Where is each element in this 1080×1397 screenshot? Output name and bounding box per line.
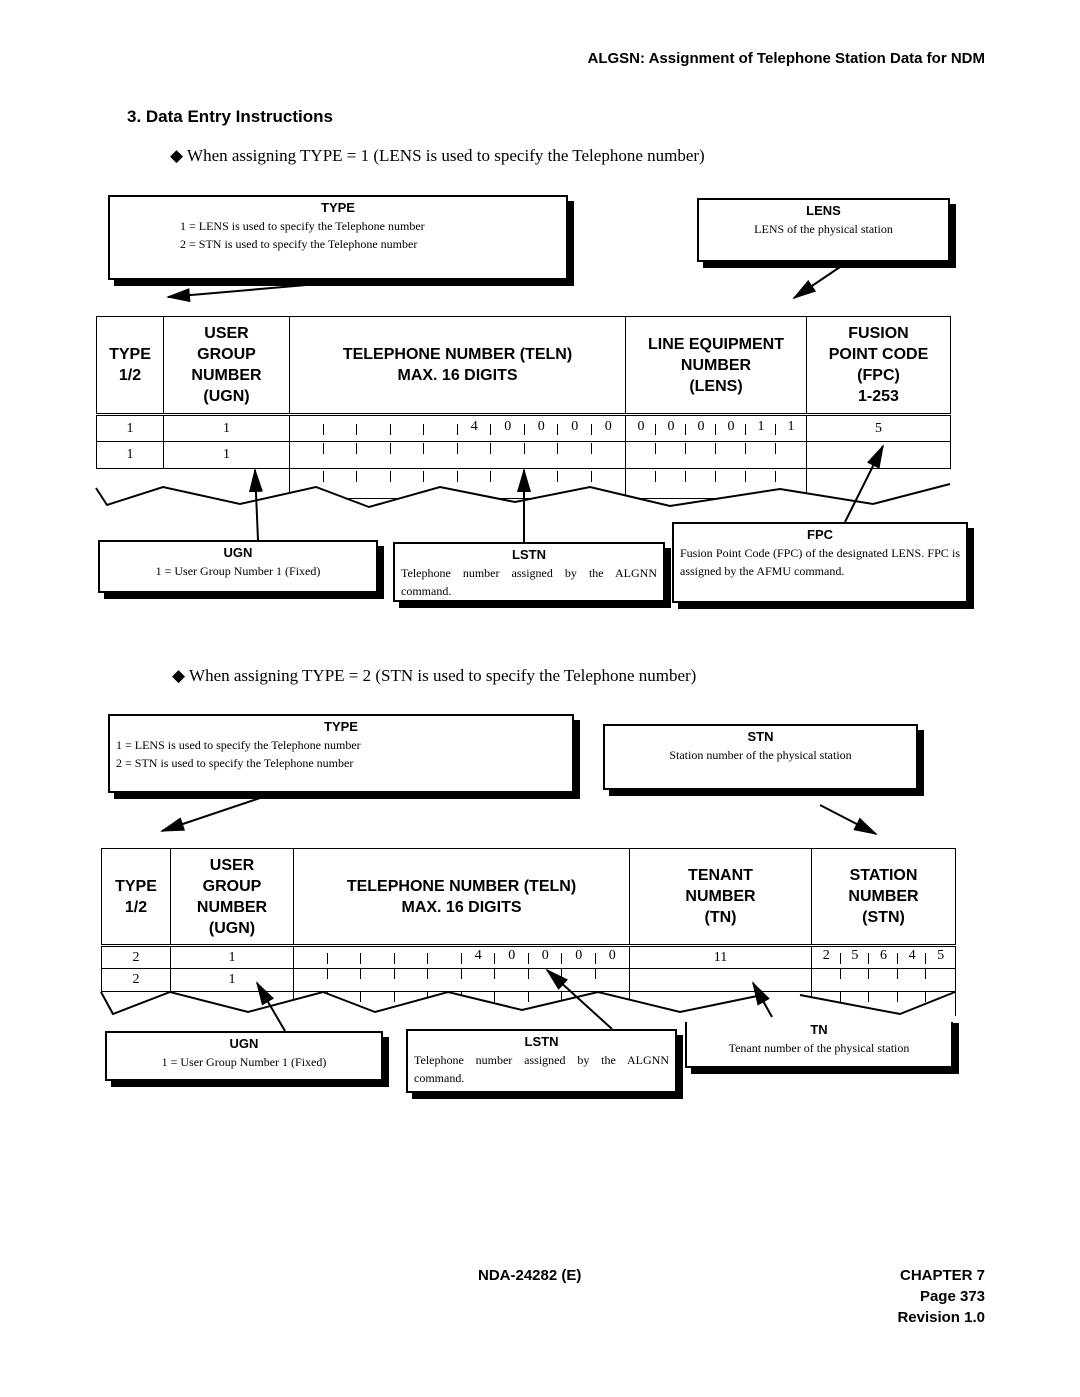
doc-number: NDA-24282 (E) <box>478 1267 582 1284</box>
arrows-overlay <box>95 266 956 1032</box>
revision: Revision 1.0 <box>897 1309 985 1326</box>
arrow <box>844 444 884 523</box>
arrow <box>792 266 841 300</box>
arrow <box>160 797 261 832</box>
arrow <box>819 804 878 835</box>
chapter: CHAPTER 7 <box>899 1267 985 1284</box>
page-number: Page 373 <box>919 1288 985 1305</box>
arrow <box>166 283 319 303</box>
